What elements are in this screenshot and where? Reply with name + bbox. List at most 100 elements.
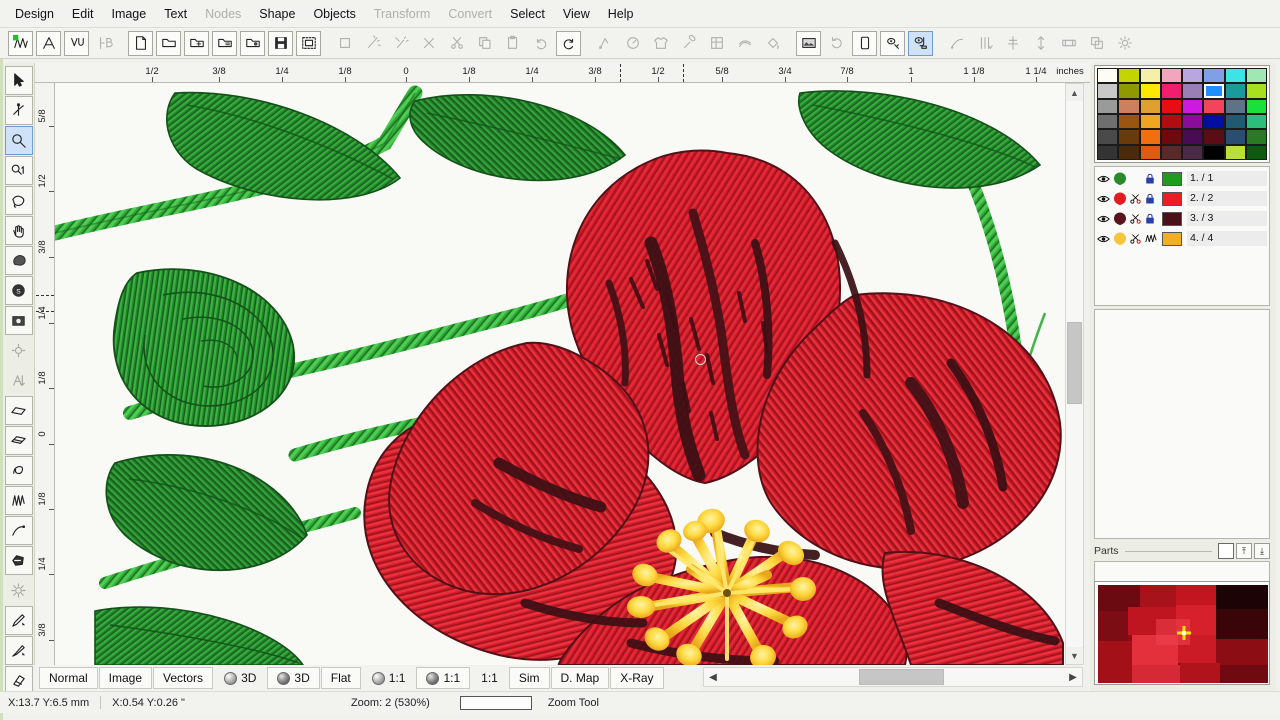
thread-color-list[interactable]: 1. / 12. / 23. / 34. / 4	[1094, 166, 1270, 306]
palette-swatch[interactable]	[1097, 99, 1118, 114]
parts-move-bottom-button[interactable]: ⤓	[1254, 543, 1270, 559]
satin-tool[interactable]: S	[5, 276, 33, 305]
layer-color-chip[interactable]	[1162, 232, 1182, 246]
palette-swatch[interactable]	[1203, 83, 1224, 98]
layer-stitch-icon[interactable]	[1145, 233, 1160, 244]
menu-help[interactable]: Help	[599, 3, 643, 25]
new-document-icon[interactable]	[128, 31, 153, 56]
parallelogram-tool[interactable]	[5, 426, 33, 455]
palette-swatch[interactable]	[1203, 99, 1224, 114]
view-image-button[interactable]: Image	[99, 667, 152, 689]
palette-swatch[interactable]	[1246, 99, 1267, 114]
horizontal-scroll-thumb[interactable]	[859, 669, 944, 685]
palette-swatch[interactable]	[1140, 83, 1161, 98]
view-3d-light-button[interactable]: 3D	[214, 667, 266, 689]
open-add-icon[interactable]	[184, 31, 209, 56]
menu-edit[interactable]: Edit	[63, 3, 103, 25]
rectangle-tool[interactable]	[5, 396, 33, 425]
menu-design[interactable]: Design	[6, 3, 63, 25]
pen-tool[interactable]	[5, 606, 33, 635]
layer-visibility-icon[interactable]	[1097, 194, 1112, 204]
parts-move-top-button[interactable]: ⤒	[1236, 543, 1252, 559]
canvas-horizontal-scrollbar[interactable]: ◀ ▶	[703, 667, 1083, 687]
palette-swatch[interactable]	[1246, 114, 1267, 129]
palette-swatch[interactable]	[1118, 129, 1139, 144]
menu-image[interactable]: Image	[102, 3, 155, 25]
palette-swatch[interactable]	[1246, 129, 1267, 144]
palette-swatch[interactable]	[1182, 68, 1203, 83]
palette-swatch[interactable]	[1225, 145, 1246, 160]
thread-color-row[interactable]: 4. / 4	[1097, 229, 1267, 248]
palette-swatch[interactable]	[1161, 129, 1182, 144]
palette-swatch[interactable]	[1097, 129, 1118, 144]
horizontal-ruler[interactable]: 1/23/81/41/801/81/43/81/25/83/47/811 1/8…	[35, 63, 1090, 83]
palette-swatch[interactable]	[1203, 114, 1224, 129]
palette-swatch[interactable]	[1182, 99, 1203, 114]
scroll-down-icon[interactable]: ▼	[1066, 647, 1083, 664]
node-edit-tool[interactable]	[5, 96, 33, 125]
save-icon[interactable]	[268, 31, 293, 56]
palette-swatch[interactable]	[1203, 129, 1224, 144]
select-arrow-tool[interactable]	[5, 66, 33, 95]
layer-visibility-icon[interactable]	[1097, 174, 1112, 184]
palette-swatch[interactable]	[1140, 129, 1161, 144]
freehand-tool[interactable]	[5, 456, 33, 485]
menu-text[interactable]: Text	[155, 3, 196, 25]
palette-swatch[interactable]	[1097, 83, 1118, 98]
layer-trim-icon[interactable]	[1130, 193, 1145, 204]
layer-lock-icon[interactable]	[1145, 213, 1160, 224]
palette-swatch[interactable]	[1182, 114, 1203, 129]
status-active-color-swatch[interactable]	[460, 696, 532, 710]
palette-swatch[interactable]	[1246, 68, 1267, 83]
layer-trim-icon[interactable]	[1130, 213, 1145, 224]
layer-color-chip[interactable]	[1162, 192, 1182, 206]
zoom-1to1-tool[interactable]	[5, 156, 33, 185]
layer-color-chip[interactable]	[1162, 212, 1182, 226]
layer-visibility-icon[interactable]	[1097, 214, 1112, 224]
palette-swatch[interactable]	[1161, 68, 1182, 83]
palette-swatch[interactable]	[1182, 83, 1203, 98]
view-scale-dark-button[interactable]: 1:1	[416, 667, 470, 689]
palette-swatch[interactable]	[1118, 145, 1139, 160]
palette-swatch[interactable]	[1161, 114, 1182, 129]
hoop-icon[interactable]	[296, 31, 321, 56]
palette-swatch[interactable]	[1203, 145, 1224, 160]
palette-swatch[interactable]	[1097, 145, 1118, 160]
layer-color-chip[interactable]	[1162, 172, 1182, 186]
palette-swatch[interactable]	[1225, 114, 1246, 129]
machine-view-icon[interactable]	[908, 31, 933, 56]
palette-swatch[interactable]	[1140, 68, 1161, 83]
palette-swatch[interactable]	[1182, 145, 1203, 160]
scroll-left-icon[interactable]: ◀	[704, 668, 722, 686]
palette-swatch[interactable]	[1225, 68, 1246, 83]
curve-run-tool[interactable]	[5, 516, 33, 545]
view-sim-button[interactable]: Sim	[509, 667, 550, 689]
view-flat-button[interactable]: Flat	[321, 667, 361, 689]
view-normal-button[interactable]: Normal	[39, 667, 98, 689]
layer-lock-icon[interactable]	[1145, 173, 1160, 184]
vertical-ruler[interactable]: 5/81/23/81/41/801/81/43/8	[35, 83, 55, 665]
palette-swatch[interactable]	[1140, 145, 1161, 160]
parts-checkbox[interactable]	[1218, 543, 1234, 559]
palette-swatch[interactable]	[1118, 68, 1139, 83]
shape-fill-tool[interactable]	[5, 546, 33, 575]
palette-swatch[interactable]	[1182, 129, 1203, 144]
palette-swatch[interactable]	[1203, 68, 1224, 83]
view-vectors-button[interactable]: Vectors	[153, 667, 213, 689]
menu-shape[interactable]: Shape	[250, 3, 304, 25]
design-canvas[interactable]	[55, 83, 1065, 665]
palette-swatch[interactable]	[1161, 145, 1182, 160]
layer-visibility-icon[interactable]	[1097, 234, 1112, 244]
open-merge-icon[interactable]	[212, 31, 237, 56]
view-scale-plain-button[interactable]: 1:1	[471, 667, 508, 689]
view-3d-dark-button[interactable]: 3D	[267, 667, 319, 689]
palette-swatch[interactable]	[1097, 68, 1118, 83]
canvas-vertical-scrollbar[interactable]: ▲ ▼	[1065, 83, 1084, 665]
fill-hand-tool[interactable]	[5, 246, 33, 275]
menu-objects[interactable]: Objects	[304, 3, 364, 25]
scroll-up-icon[interactable]: ▲	[1066, 84, 1083, 101]
zigzag-tool[interactable]	[5, 486, 33, 515]
image-preview-icon[interactable]	[796, 31, 821, 56]
palette-swatch[interactable]	[1225, 99, 1246, 114]
color-palette[interactable]	[1094, 65, 1270, 163]
